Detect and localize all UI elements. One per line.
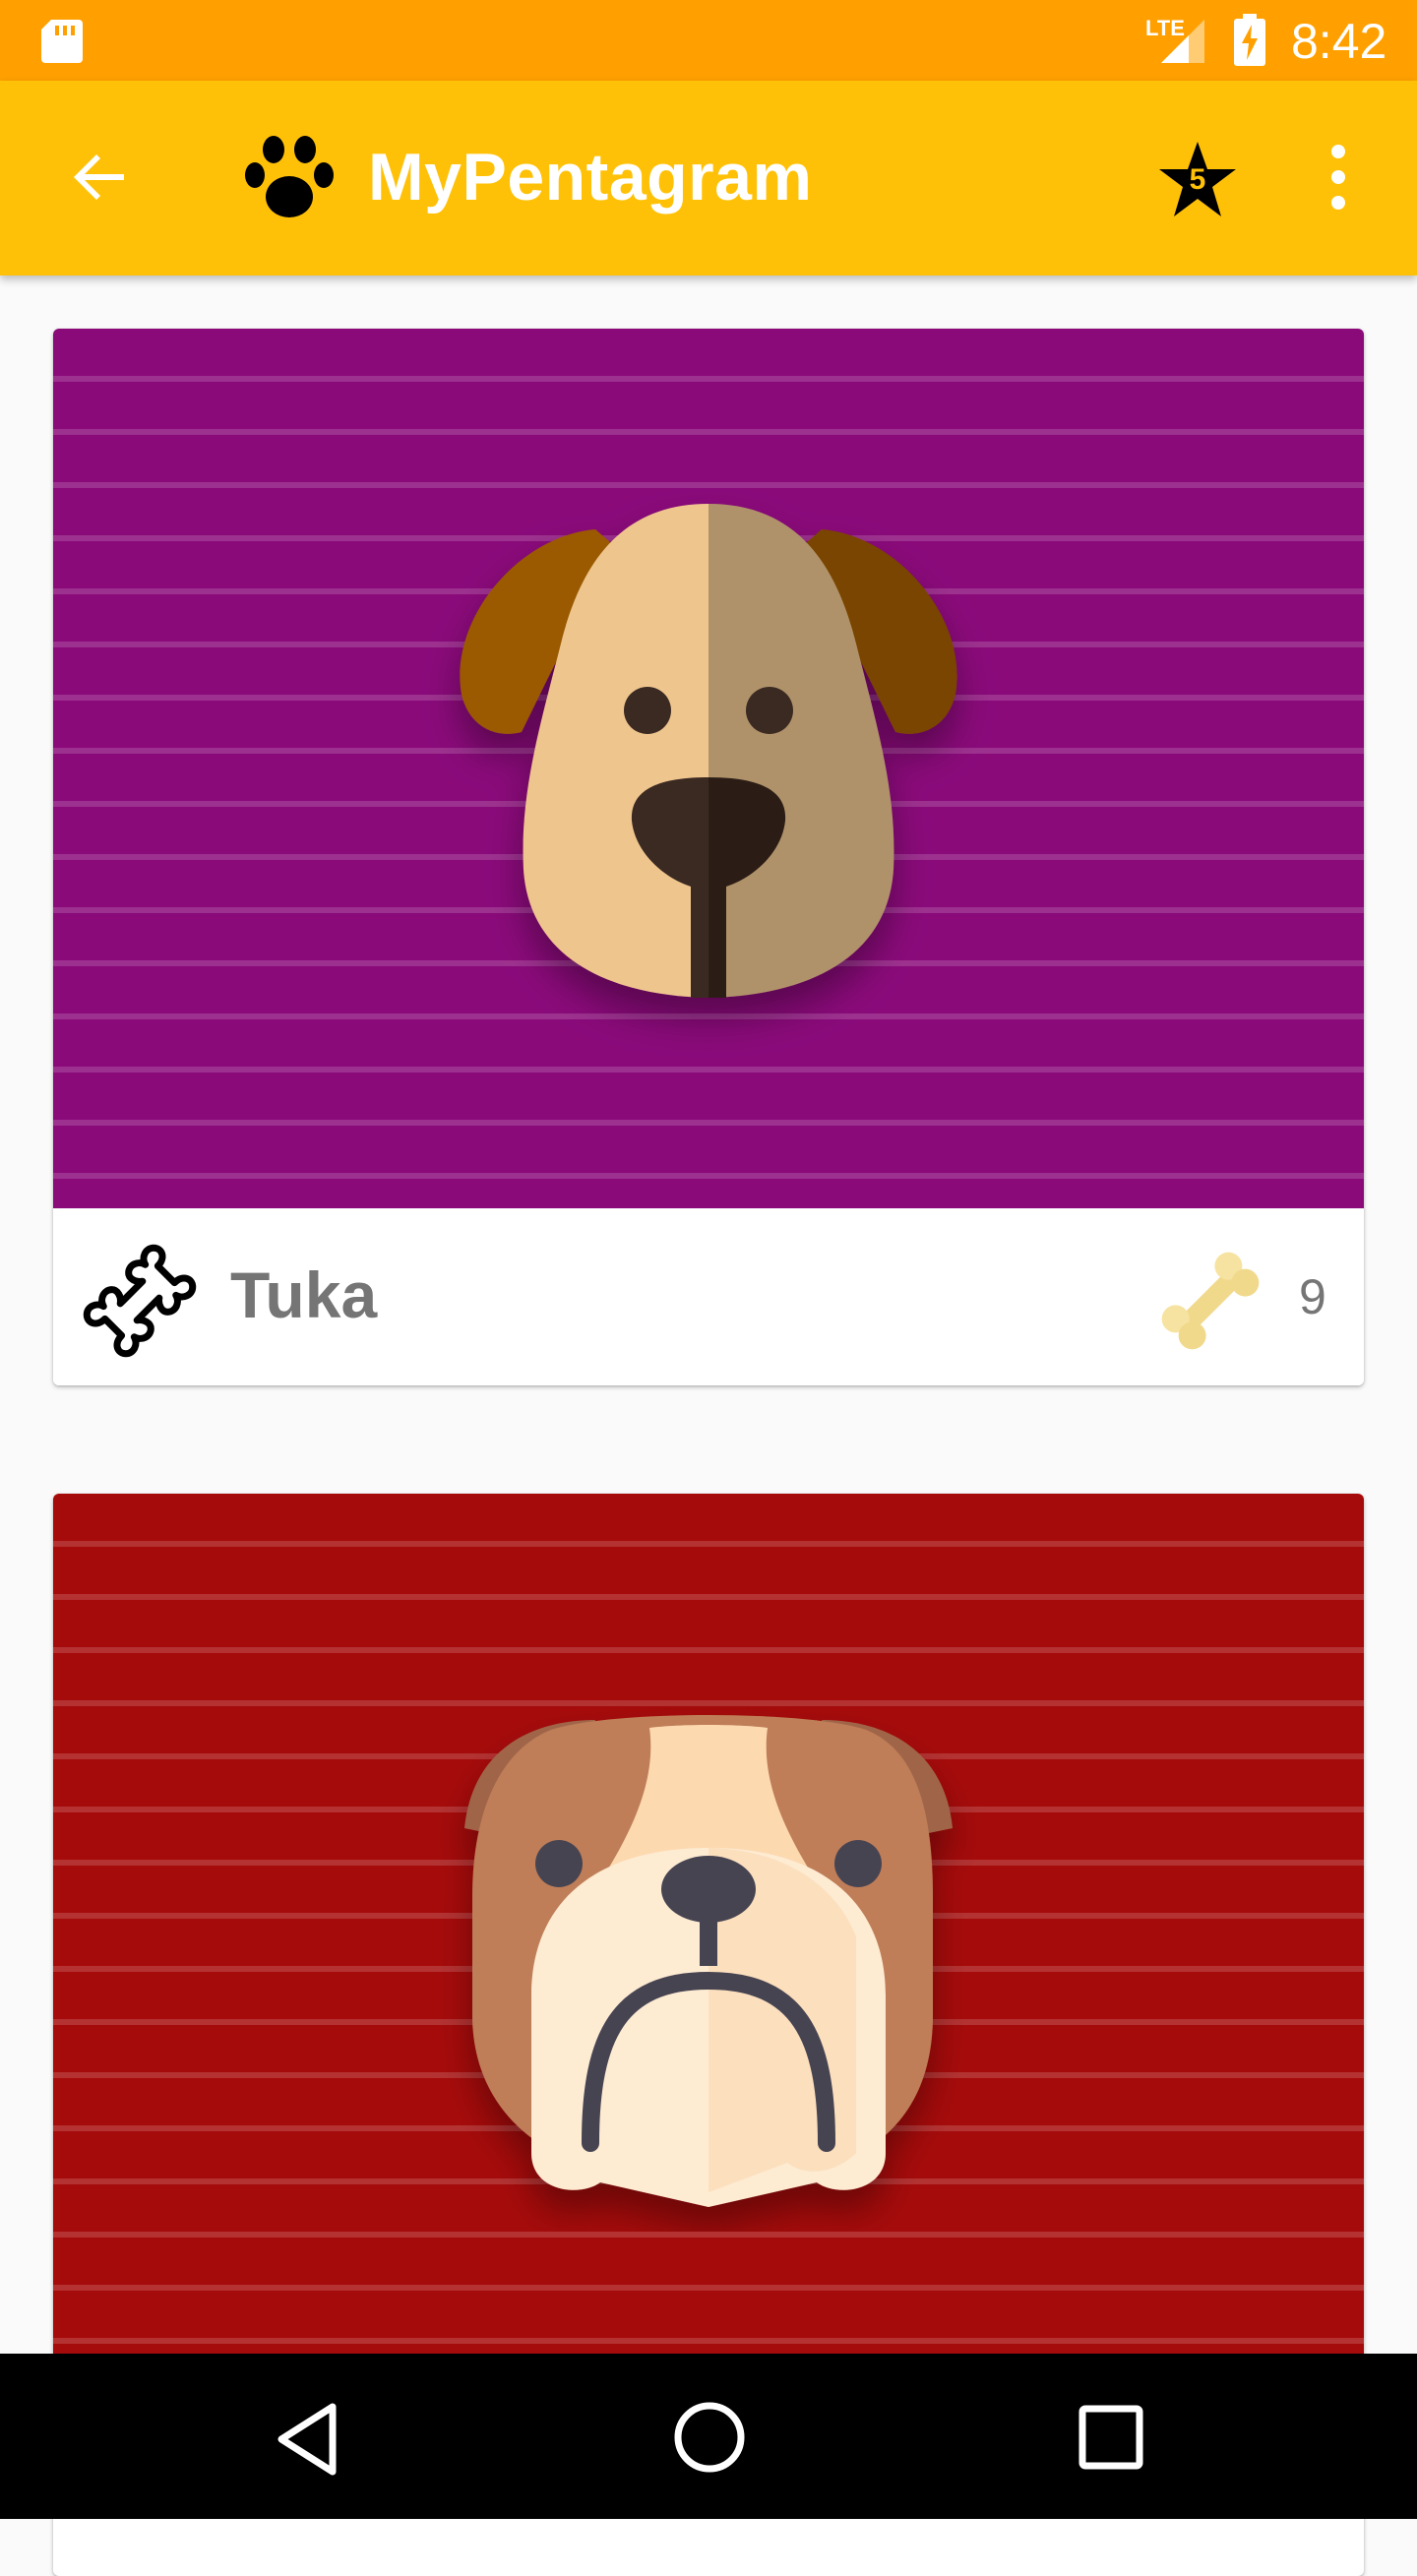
status-bar: LTE 8:42 bbox=[0, 0, 1417, 81]
dog-card[interactable]: Tuka 9 bbox=[53, 329, 1364, 1385]
dog-card-info-row: Tuka 9 bbox=[53, 1208, 1364, 1385]
battery-charging-icon bbox=[1234, 14, 1265, 66]
dog-card-image[interactable] bbox=[53, 1494, 1364, 2373]
dog-card-image[interactable] bbox=[53, 329, 1364, 1208]
app-title: MyPentagram bbox=[368, 140, 813, 215]
sd-card-icon bbox=[41, 20, 83, 63]
app-bar: MyPentagram 5 bbox=[0, 81, 1417, 276]
star-badge-count: 5 bbox=[1189, 163, 1206, 196]
bone-count: 9 bbox=[1299, 1269, 1326, 1324]
dog-name: Tuka bbox=[230, 1258, 378, 1331]
bone-filled-icon[interactable] bbox=[1149, 1240, 1271, 1362]
back-arrow-icon[interactable] bbox=[55, 132, 146, 222]
system-nav-bar bbox=[0, 2354, 1417, 2519]
star-badge-button[interactable]: 5 bbox=[1155, 138, 1240, 222]
paw-icon bbox=[245, 136, 334, 217]
beagle-dog-face-icon bbox=[460, 504, 957, 998]
nav-back-icon[interactable] bbox=[266, 2395, 354, 2484]
overflow-menu-icon[interactable] bbox=[1309, 132, 1368, 222]
status-clock: 8:42 bbox=[1291, 14, 1387, 69]
bone-outline-icon[interactable] bbox=[81, 1242, 199, 1360]
bulldog-face-icon bbox=[464, 1715, 953, 2207]
nav-recents-icon[interactable] bbox=[1069, 2395, 1153, 2480]
signal-icon bbox=[1161, 20, 1204, 63]
nav-home-icon[interactable] bbox=[665, 2393, 754, 2482]
